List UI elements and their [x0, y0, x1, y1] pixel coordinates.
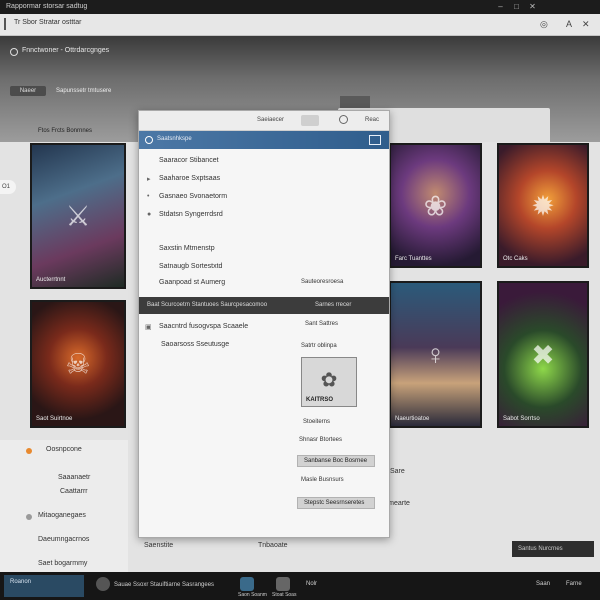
start-button[interactable]: Roanon [4, 575, 84, 597]
brand-logo-icon [10, 48, 18, 56]
notification-chip[interactable]: Santus Nurcrnes [512, 541, 594, 557]
app-tab[interactable]: Tr Sbor Stratar ostttar [14, 19, 81, 26]
right-list-item[interactable]: Sant Sattres [305, 321, 338, 327]
dropdown-panel: Saeiaecer Reac Saatsnhkspe Saaracor Stib… [138, 110, 390, 538]
section-title: Ftos Frcts Bonrnnes [38, 128, 93, 134]
scroll-left-button[interactable]: O1 [0, 180, 16, 194]
bottom-text: Tnbaoate [258, 542, 288, 549]
taskbar: Roanon Sauae Ssoxr Stauiftiarne Sasrange… [0, 572, 600, 600]
brand-title: Fnnctwoner - Ottrdarcgnges [22, 47, 110, 54]
window-icon[interactable] [369, 135, 381, 145]
globe-icon [145, 136, 153, 144]
lower-item[interactable]: Saet bogarmmy [38, 560, 87, 567]
card-art-icon: ☠ [65, 348, 91, 380]
thumbnail-label: KAITRSO [306, 397, 333, 403]
settings-icon[interactable]: ◎ [540, 19, 548, 30]
card-game-2[interactable]: ☠ Saot Suirtnoe [30, 300, 126, 428]
left-lower-section: Oosnpcone Saaanaetr Caattarrr Mitaoganeg… [0, 440, 128, 572]
taskbar-item[interactable]: Stauiftiarne Sasrangees [150, 582, 214, 588]
panel-header: Saeiaecer Reac [139, 111, 389, 131]
close-tab-icon[interactable]: ✕ [582, 19, 590, 30]
tray-item[interactable]: Farne [566, 581, 582, 587]
panel-field[interactable]: Stepstc Seesrnseretes [297, 497, 375, 509]
bullet-icon [26, 514, 32, 520]
os-title: Rappormar storsar sadtug [6, 3, 88, 10]
app-icon[interactable] [96, 577, 110, 591]
menu-item[interactable]: Gasnaeo Svonaetorm [159, 193, 227, 200]
menu-item[interactable]: Stdatsn Syngerrdsrd [159, 211, 223, 218]
dark-row-left: Baat Scurcoetrn Stantuoes Saurcpesacomoo [147, 302, 268, 308]
panel-thumbnail[interactable]: ✿ KAITRSO [301, 357, 357, 407]
hero-pill-button[interactable]: Naeer [10, 86, 46, 96]
side-text: Sare [390, 468, 405, 475]
menu-item[interactable]: Saoarsoss Sseutusge [161, 341, 229, 348]
card-game-4[interactable]: ✹ Otc Caks [497, 143, 589, 268]
font-icon[interactable]: A [566, 19, 572, 29]
card-caption: Sabot Sorrtso [503, 416, 540, 422]
menu-item[interactable]: Satnaugb Sortestxtd [159, 263, 222, 270]
app-icon[interactable] [276, 577, 290, 591]
search-icon[interactable] [339, 115, 348, 124]
right-label: Sauteoresroesa [301, 279, 344, 285]
app-icon[interactable] [240, 577, 254, 591]
taskbar-item[interactable]: Stoat Soas [272, 592, 296, 598]
bullet-icon: ▸ [147, 176, 151, 183]
right-list-item[interactable]: Masle Busnsurs [301, 477, 344, 483]
lower-item[interactable]: Daeumngacrnos [38, 536, 89, 543]
card-art-icon: ✹ [531, 190, 555, 221]
bottom-text: Saenstite [144, 542, 174, 549]
card-art-icon: ⚔ [65, 200, 91, 232]
bullet-icon: • [147, 193, 150, 200]
menu-item[interactable]: Saaharoe Sxptsaas [159, 175, 220, 182]
card-art-icon: ❀ [423, 190, 448, 221]
menu-item[interactable]: Saxstin Mtmenstp [159, 245, 215, 252]
lock-icon: ● [147, 211, 152, 218]
close-icon[interactable]: ✕ [528, 2, 537, 11]
card-caption: Farc Tuanttes [395, 256, 432, 262]
tray-item[interactable]: Saan [536, 581, 550, 587]
taskbar-item[interactable]: Sauae Ssoxr [114, 582, 148, 588]
right-list-item[interactable]: Satrtr oblinpa [301, 343, 337, 349]
app-header: Tr Sbor Stratar ostttar ◎ A ✕ [0, 14, 600, 36]
card-game-3[interactable]: ❀ Farc Tuanttes [389, 143, 482, 268]
taskbar-item[interactable]: Saon Soanm [238, 592, 267, 598]
status-dot-icon [26, 448, 32, 454]
thumbnail-art-icon: ✿ [320, 369, 338, 392]
card-caption: Saot Suirtnoe [36, 416, 73, 422]
card-art-icon: ♀ [425, 338, 446, 370]
maximize-icon[interactable]: □ [512, 2, 521, 11]
panel-header-button[interactable] [301, 115, 319, 126]
selected-label: Saatsnhkspe [157, 136, 192, 142]
lower-item[interactable]: Oosnpcone [46, 446, 82, 453]
card-game-5[interactable]: ♀ Naeurtioatoe [389, 281, 482, 428]
window-icon [4, 18, 12, 30]
card-caption: Naeurtioatoe [395, 416, 430, 422]
file-icon: ▣ [145, 324, 152, 331]
panel-header-label: Saeiaecer [257, 117, 285, 123]
minimize-icon[interactable]: – [496, 2, 505, 11]
panel-selected-row[interactable]: Saatsnhkspe [139, 131, 389, 149]
card-art-icon: ✖ [531, 339, 555, 370]
hero-subnav-link[interactable]: Sapunssetr tmtusere [56, 88, 111, 94]
lower-item[interactable]: Saaanaetr [58, 474, 90, 481]
panel-field[interactable]: Sanbanse Boc Bosrnee [297, 455, 375, 467]
panel-header-text[interactable]: Reac [365, 117, 379, 123]
card-game-6[interactable]: ✖ Sabot Sorrtso [497, 281, 589, 428]
lower-item[interactable]: Mitaoganegaes [38, 512, 86, 519]
lower-item[interactable]: Caattarrr [60, 488, 88, 495]
os-title-bar: Rappormar storsar sadtug – □ ✕ [0, 0, 600, 14]
menu-item[interactable]: Saaracor Stibancet [159, 157, 219, 164]
dark-row-right: Sarnes rrecer [315, 302, 352, 308]
card-caption: Otc Caks [503, 256, 528, 262]
right-list-item[interactable]: Shnasr Btortees [299, 437, 342, 443]
menu-item[interactable]: Gaanpoad st Aumerg [159, 279, 225, 286]
panel-dark-row[interactable]: Baat Scurcoetrn Stantuoes Saurcpesacomoo… [139, 297, 389, 314]
card-caption: Aucterrtnnt [36, 277, 66, 283]
menu-item[interactable]: Saacntrd fusogvspa Scaaele [159, 323, 248, 330]
tray-item[interactable]: Nolr [306, 581, 317, 587]
card-game-1[interactable]: ⚔ Aucterrtnnt [30, 143, 126, 289]
right-list-item[interactable]: Stoeiterns [303, 419, 330, 425]
